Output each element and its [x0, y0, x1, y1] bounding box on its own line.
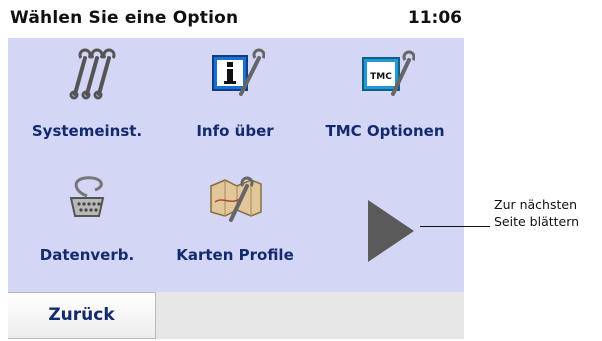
page-title: Wählen Sie eine Option — [10, 8, 239, 28]
wrenches-icon — [69, 48, 116, 100]
option-label: Datenverb. — [39, 246, 135, 264]
option-system-settings[interactable]: Systemeinst. — [12, 38, 162, 154]
info-icon — [212, 48, 265, 96]
option-grid: Systemeinst. Info über TMC TMC Optionen … — [8, 38, 464, 292]
tmc-icon: TMC — [362, 50, 415, 96]
serial-cable-icon — [69, 176, 105, 217]
option-label: Karten Profile — [176, 246, 294, 264]
back-button-label: Zurück — [48, 305, 115, 325]
svg-text:TMC: TMC — [370, 72, 392, 82]
clock-time: 11:06 — [407, 8, 462, 28]
callout-line — [420, 226, 490, 227]
option-map-profiles[interactable]: Karten Profile — [160, 162, 310, 278]
next-page-button[interactable] — [364, 198, 416, 264]
callout-line-1: Zur nächsten — [494, 197, 578, 212]
option-label: TMC Optionen — [325, 122, 445, 140]
option-label: Info über — [196, 122, 274, 140]
title-bar: Wählen Sie eine Option 11:06 — [8, 2, 464, 36]
option-info[interactable]: Info über — [160, 38, 310, 154]
back-button[interactable]: Zurück — [8, 292, 156, 339]
device-screen: Wählen Sie eine Option 11:06 Systemeinst… — [8, 2, 464, 339]
option-data-connection[interactable]: Datenverb. — [12, 162, 162, 278]
callout-text: Zur nächsten Seite blättern — [494, 196, 579, 230]
play-arrow-icon — [368, 200, 414, 262]
option-tmc[interactable]: TMC TMC Optionen — [310, 38, 460, 154]
map-profile-icon — [210, 176, 262, 222]
callout-line-2: Seite blättern — [494, 214, 580, 229]
option-label: Systemeinst. — [31, 122, 143, 140]
bottom-bar: Zurück — [8, 292, 464, 339]
